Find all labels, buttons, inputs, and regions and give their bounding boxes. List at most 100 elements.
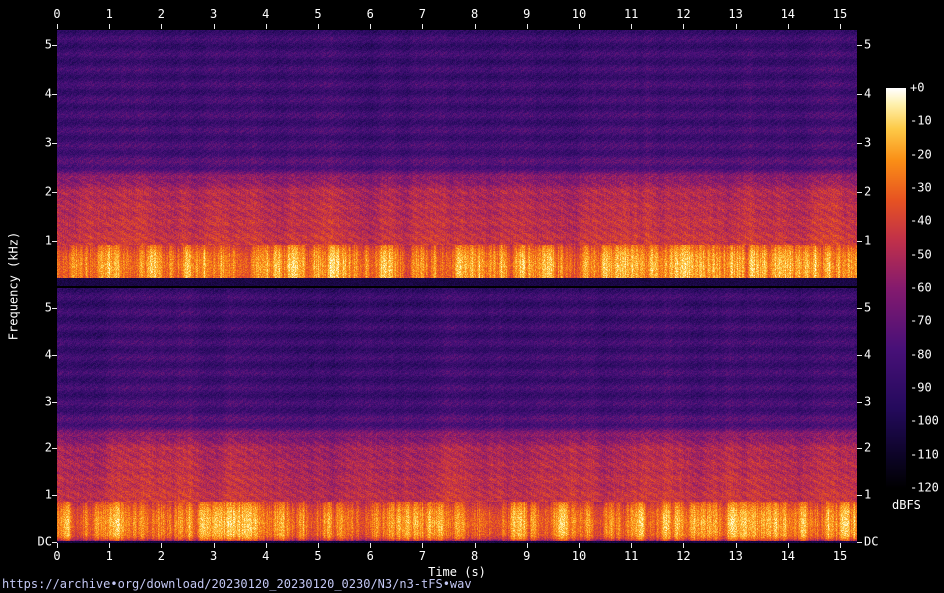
x-tick-label-top: 2 bbox=[158, 8, 165, 21]
y-tick-mark-right bbox=[857, 45, 862, 46]
x-tick-label-top: 7 bbox=[419, 8, 426, 21]
x-tick-mark-bottom bbox=[370, 543, 371, 548]
x-tick-label-bottom: 8 bbox=[471, 550, 478, 563]
x-tick-label-bottom: 10 bbox=[572, 550, 586, 563]
y-tick-mark-left bbox=[52, 308, 57, 309]
x-tick-label-bottom: 12 bbox=[676, 550, 690, 563]
y-tick-label-right: 1 bbox=[864, 489, 871, 502]
y-tick-mark-left bbox=[52, 448, 57, 449]
y-tick-label-right: 4 bbox=[864, 348, 871, 361]
y-tick-mark-right bbox=[857, 402, 862, 403]
x-tick-label-bottom: 9 bbox=[523, 550, 530, 563]
x-tick-mark-bottom bbox=[109, 543, 110, 548]
x-tick-mark-top bbox=[527, 24, 528, 29]
x-tick-mark-top bbox=[631, 24, 632, 29]
colorbar-tick-label: -40 bbox=[910, 215, 932, 228]
x-tick-mark-top bbox=[736, 24, 737, 29]
colorbar-tick-label: -20 bbox=[910, 148, 932, 161]
x-tick-label-bottom: 3 bbox=[210, 550, 217, 563]
x-tick-mark-top bbox=[161, 24, 162, 29]
x-tick-label-bottom: 7 bbox=[419, 550, 426, 563]
x-tick-mark-bottom bbox=[57, 543, 58, 548]
axes-overlay: 0011223344556677889910101111121213131414… bbox=[0, 0, 944, 593]
y-tick-mark-right bbox=[857, 143, 862, 144]
y-tick-mark-left bbox=[52, 192, 57, 193]
colorbar-tick-label: +0 bbox=[910, 82, 924, 95]
x-tick-mark-top bbox=[214, 24, 215, 29]
colorbar-tick-label: -90 bbox=[910, 382, 932, 395]
y-tick-mark-right bbox=[857, 448, 862, 449]
y-tick-label-left: 2 bbox=[28, 442, 52, 455]
spectrogram-window: 0011223344556677889910101111121213131414… bbox=[0, 0, 944, 593]
x-tick-mark-top bbox=[57, 24, 58, 29]
x-tick-mark-bottom bbox=[318, 543, 319, 548]
y-tick-label-right: 4 bbox=[864, 88, 871, 101]
y-tick-label-left: 1 bbox=[28, 235, 52, 248]
y-tick-mark-right bbox=[857, 542, 862, 543]
y-tick-label-left: 4 bbox=[28, 88, 52, 101]
x-tick-label-top: 0 bbox=[53, 8, 60, 21]
colorbar-title: dBFS bbox=[892, 499, 921, 512]
x-tick-mark-top bbox=[788, 24, 789, 29]
x-tick-label-bottom: 5 bbox=[314, 550, 321, 563]
y-tick-label-right: 3 bbox=[864, 137, 871, 150]
y-tick-label-left: 4 bbox=[28, 348, 52, 361]
y-tick-label-left: 5 bbox=[28, 39, 52, 52]
y-tick-mark-left bbox=[52, 143, 57, 144]
y-tick-mark-left bbox=[52, 402, 57, 403]
x-tick-label-bottom: 1 bbox=[106, 550, 113, 563]
y-tick-mark-left bbox=[52, 45, 57, 46]
y-tick-mark-left bbox=[52, 355, 57, 356]
y-tick-mark-left bbox=[52, 94, 57, 95]
x-tick-label-bottom: 15 bbox=[833, 550, 847, 563]
x-tick-mark-top bbox=[475, 24, 476, 29]
y-tick-mark-right bbox=[857, 241, 862, 242]
x-tick-mark-bottom bbox=[579, 543, 580, 548]
x-tick-mark-top bbox=[422, 24, 423, 29]
y-tick-label-left: 2 bbox=[28, 186, 52, 199]
x-tick-label-bottom: 2 bbox=[158, 550, 165, 563]
x-tick-mark-top bbox=[109, 24, 110, 29]
y-tick-label-right: 2 bbox=[864, 442, 871, 455]
colorbar-tick-label: -60 bbox=[910, 282, 932, 295]
y-tick-label-right: DC bbox=[864, 536, 878, 549]
x-tick-mark-top bbox=[266, 24, 267, 29]
x-tick-label-bottom: 6 bbox=[367, 550, 374, 563]
x-tick-mark-bottom bbox=[422, 543, 423, 548]
x-tick-label-top: 1 bbox=[106, 8, 113, 21]
y-tick-label-right: 5 bbox=[864, 302, 871, 315]
y-tick-mark-left bbox=[52, 241, 57, 242]
x-tick-label-top: 9 bbox=[523, 8, 530, 21]
x-tick-mark-bottom bbox=[161, 543, 162, 548]
x-tick-label-top: 15 bbox=[833, 8, 847, 21]
y-tick-label-left: 3 bbox=[28, 395, 52, 408]
y-tick-mark-left bbox=[52, 542, 57, 543]
x-tick-mark-top bbox=[840, 24, 841, 29]
x-tick-label-bottom: 0 bbox=[53, 550, 60, 563]
colorbar-tick-label: -110 bbox=[910, 448, 939, 461]
y-tick-mark-right bbox=[857, 355, 862, 356]
x-tick-label-top: 3 bbox=[210, 8, 217, 21]
colorbar-tick-label: -80 bbox=[910, 348, 932, 361]
colorbar-tick-label: -30 bbox=[910, 182, 932, 195]
x-tick-mark-top bbox=[683, 24, 684, 29]
x-tick-label-top: 6 bbox=[367, 8, 374, 21]
x-tick-label-top: 14 bbox=[781, 8, 795, 21]
x-tick-mark-bottom bbox=[527, 543, 528, 548]
x-tick-label-top: 12 bbox=[676, 8, 690, 21]
y-tick-mark-right bbox=[857, 495, 862, 496]
x-tick-mark-bottom bbox=[475, 543, 476, 548]
y-tick-label-right: 1 bbox=[864, 235, 871, 248]
x-tick-label-bottom: 4 bbox=[262, 550, 269, 563]
x-tick-label-top: 4 bbox=[262, 8, 269, 21]
x-tick-mark-bottom bbox=[266, 543, 267, 548]
colorbar-tick-label: -100 bbox=[910, 415, 939, 428]
colorbar-tick-label: -120 bbox=[910, 482, 939, 495]
x-tick-label-bottom: 11 bbox=[624, 550, 638, 563]
y-tick-label-left: 1 bbox=[28, 489, 52, 502]
y-tick-mark-left bbox=[52, 495, 57, 496]
y-tick-label-left: 3 bbox=[28, 137, 52, 150]
y-tick-label-right: 5 bbox=[864, 39, 871, 52]
x-tick-label-bottom: 14 bbox=[781, 550, 795, 563]
x-tick-mark-bottom bbox=[840, 543, 841, 548]
